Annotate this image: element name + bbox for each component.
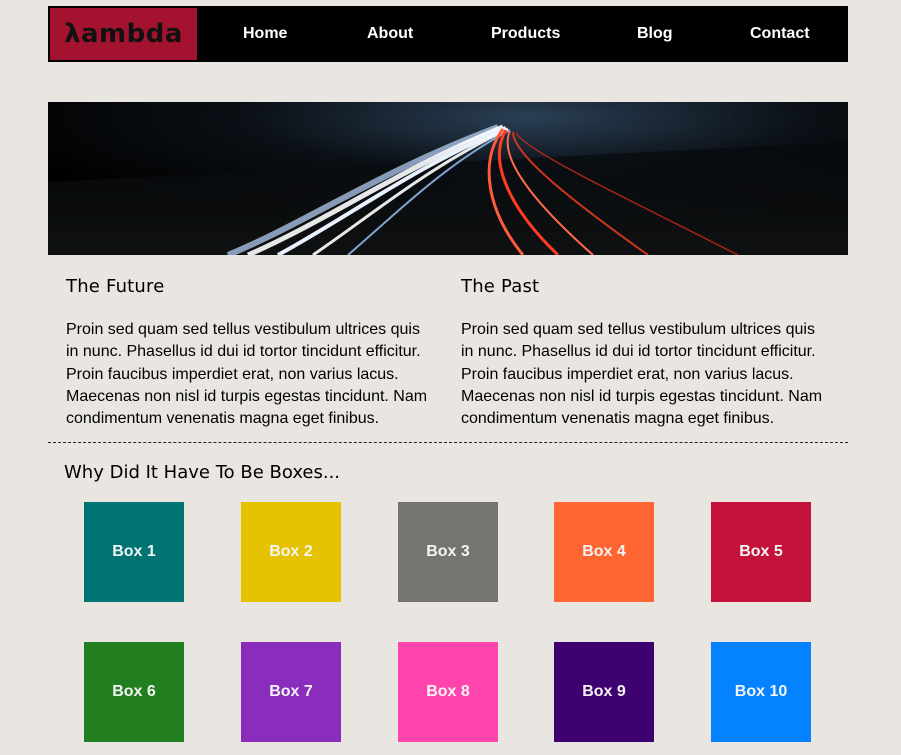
box-7: Box 7 (241, 642, 341, 742)
section-body: Proin sed quam sed tellus vestibulum ult… (461, 321, 823, 428)
nav-contact[interactable]: Contact (750, 25, 810, 43)
box-6: Box 6 (84, 642, 184, 742)
box-4: Box 4 (554, 502, 654, 602)
nav-products[interactable]: Products (491, 25, 560, 43)
highway-light-trails-image (48, 102, 848, 255)
dashed-divider (48, 442, 848, 443)
nav-home[interactable]: Home (243, 25, 287, 43)
main-nav: Home About Products Blog Contact (197, 8, 846, 60)
lambda-logo[interactable]: λambda (50, 8, 197, 60)
nav-about[interactable]: About (367, 25, 413, 43)
section-body: Proin sed quam sed tellus vestibulum ult… (66, 321, 428, 428)
box-5: Box 5 (711, 502, 811, 602)
section-future: The Future Proin sed quam sed tellus ves… (66, 276, 434, 430)
box-10: Box 10 (711, 642, 811, 742)
box-9: Box 9 (554, 642, 654, 742)
section-past: The Past Proin sed quam sed tellus vesti… (461, 276, 829, 430)
top-navbar: λambda Home About Products Blog Contact (48, 6, 848, 62)
box-2: Box 2 (241, 502, 341, 602)
boxes-section-title: Why Did It Have To Be Boxes... (64, 462, 341, 483)
section-title: The Past (461, 276, 540, 297)
section-title: The Future (66, 276, 165, 297)
nav-blog[interactable]: Blog (637, 25, 673, 43)
box-3: Box 3 (398, 502, 498, 602)
hero-image (48, 102, 848, 255)
box-1: Box 1 (84, 502, 184, 602)
box-8: Box 8 (398, 642, 498, 742)
